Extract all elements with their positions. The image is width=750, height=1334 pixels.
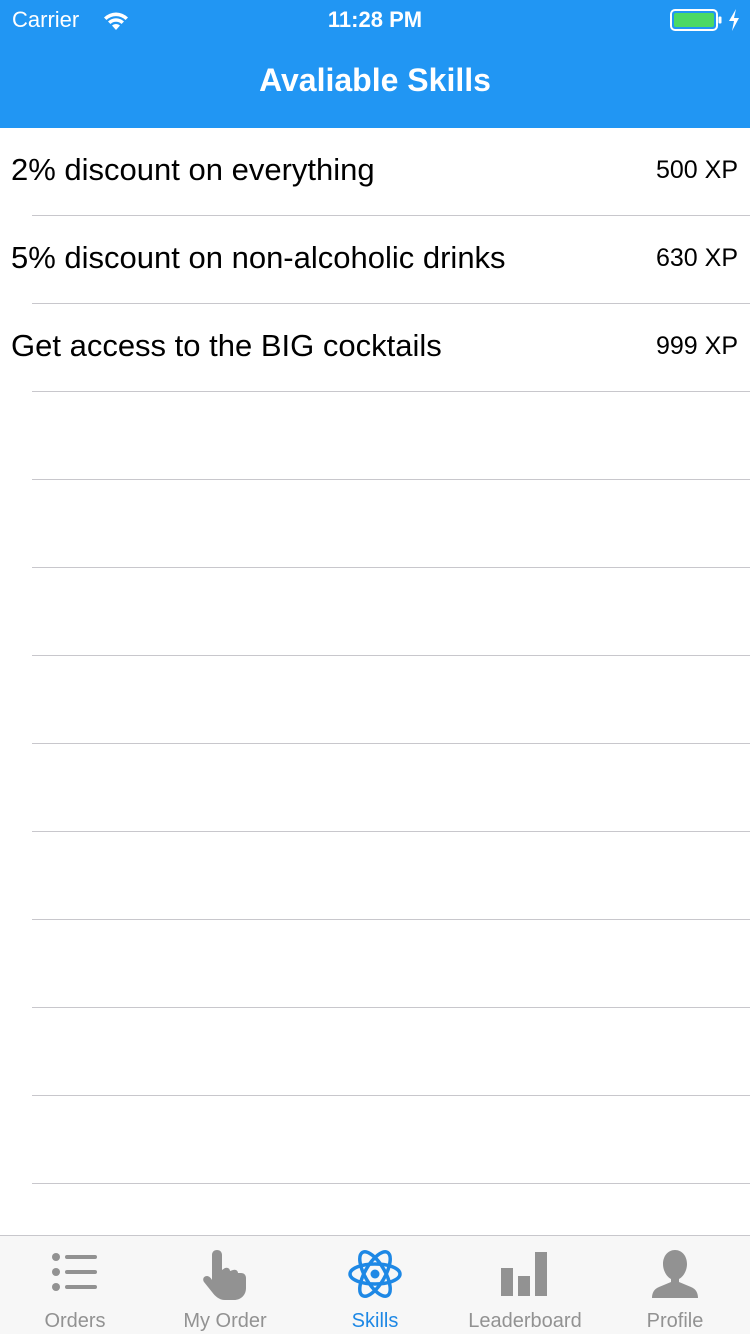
empty-row — [0, 920, 750, 1008]
skill-xp: 630 XP — [655, 244, 738, 272]
bar-chart-icon — [501, 1252, 547, 1296]
tab-orders[interactable]: Orders — [0, 1236, 150, 1334]
tab-profile[interactable]: Profile — [600, 1236, 750, 1334]
skill-title: 5% discount on non-alcoholic drinks — [11, 240, 506, 275]
battery-icon — [670, 9, 722, 31]
list-icon — [52, 1253, 97, 1291]
skill-title: Get access to the BIG cocktails — [11, 328, 442, 363]
empty-row — [0, 832, 750, 920]
tab-label: Skills — [351, 1310, 399, 1332]
empty-row — [0, 480, 750, 568]
tab-bar: Orders My Order Skills Leaderboard Profi… — [0, 1235, 750, 1334]
skill-xp: 999 XP — [655, 332, 738, 360]
page-title: Avaliable Skills — [259, 62, 491, 98]
pointing-hand-icon — [203, 1250, 246, 1300]
atom-icon — [348, 1250, 402, 1298]
empty-row — [0, 1008, 750, 1096]
empty-row — [0, 1096, 750, 1184]
skill-xp: 500 XP — [655, 156, 738, 184]
tab-label: Orders — [44, 1310, 106, 1332]
tab-label: Profile — [646, 1310, 704, 1332]
charging-bolt-icon — [729, 9, 739, 31]
tab-skills[interactable]: Skills — [300, 1236, 450, 1334]
skill-row[interactable]: 5% discount on non-alcoholic drinks 630 … — [0, 216, 750, 304]
navigation-header: Carrier 11:28 PM Avaliable Skills — [0, 0, 750, 128]
status-time: 11:28 PM — [327, 7, 423, 32]
tab-leaderboard[interactable]: Leaderboard — [450, 1236, 600, 1334]
skill-row[interactable]: Get access to the BIG cocktails 999 XP — [0, 304, 750, 392]
skills-list: 2% discount on everything 500 XP 5% disc… — [0, 128, 750, 1184]
skill-row[interactable]: 2% discount on everything 500 XP — [0, 128, 750, 216]
person-icon — [652, 1250, 698, 1298]
empty-row — [0, 656, 750, 744]
tab-label: Leaderboard — [468, 1310, 582, 1332]
empty-row — [0, 568, 750, 656]
empty-row — [0, 744, 750, 832]
tab-my-order[interactable]: My Order — [150, 1236, 300, 1334]
tab-label: My Order — [183, 1310, 267, 1332]
status-bar: Carrier 11:28 PM — [0, 0, 750, 40]
empty-row — [0, 392, 750, 480]
skill-title: 2% discount on everything — [11, 152, 375, 187]
